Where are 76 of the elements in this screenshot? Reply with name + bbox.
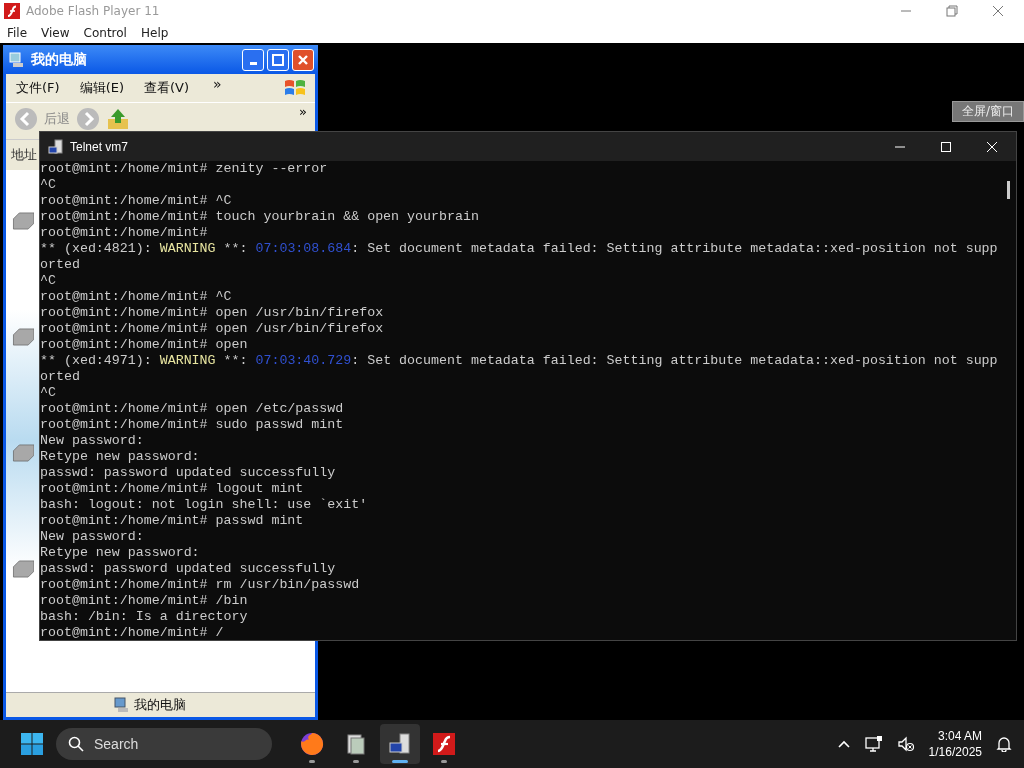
terminal-line: root@mint:/home/mint# (40, 225, 208, 241)
terminal-line: root@mint:/home/mint# / (40, 625, 224, 640)
maximize-button[interactable] (267, 48, 289, 71)
menu-item[interactable]: 查看(V) (144, 79, 190, 97)
drive-icon[interactable] (12, 558, 34, 580)
warning-line: ** (xed:4821): WARNING **: 07:03:08.684: Set document metadata failed: Setting attribute metadata::xed-position not supp (40, 241, 998, 257)
terminal-line: root@mint:/home/mint# open /etc/passwd (40, 401, 344, 417)
terminal-line: root@mint:/home/mint# open /usr/bin/firefox (40, 305, 384, 321)
terminal-line: ^C (40, 273, 56, 289)
status-text: 我的电脑 (134, 696, 186, 714)
taskbar-app-button[interactable] (380, 724, 420, 764)
terminal-line: Retype new password: (40, 545, 200, 561)
menu-item[interactable]: 编辑(E) (79, 79, 124, 97)
terminal-line: New password: (40, 529, 144, 545)
windows-flag-icon (283, 78, 307, 98)
terminal-line: Retype new password: (40, 449, 200, 465)
browser-icon (300, 732, 324, 756)
computer-icon (114, 697, 130, 713)
clock[interactable]: 3:04 AM 1/16/2025 (928, 728, 982, 760)
terminal-line: root@mint:/home/mint# rm /usr/bin/passwd (40, 577, 360, 593)
computer-icon (9, 51, 25, 68)
terminal-line: passwd: password updated successfully (40, 561, 336, 577)
drive-icon[interactable] (12, 326, 34, 348)
window-title: 我的电脑 (31, 50, 87, 69)
window-title: Telnet vm7 (70, 139, 129, 154)
terminal-line: root@mint:/home/mint# logout mint (40, 481, 304, 497)
documents-icon (344, 732, 368, 756)
speaker-muted-icon[interactable] (896, 735, 915, 753)
terminal-line: New password: (40, 433, 144, 449)
minimize-button[interactable] (242, 48, 264, 71)
restore-icon[interactable] (946, 5, 958, 17)
search-field[interactable]: Search (56, 728, 272, 760)
flash-logo-icon (4, 3, 20, 19)
notification-bell-icon[interactable] (996, 736, 1012, 752)
scrollbar-thumb[interactable] (1007, 181, 1010, 199)
more-toolbar-button[interactable]: » (299, 103, 307, 119)
minimize-icon (249, 62, 257, 65)
terminal-line: root@mint:/home/mint# ^C (40, 193, 232, 209)
close-button[interactable] (292, 48, 314, 71)
terminal-line: root@mint:/home/mint# open /usr/bin/firefox (40, 321, 384, 337)
menu-item[interactable]: 文件(F) (16, 79, 60, 97)
menu-item[interactable]: View (41, 25, 70, 40)
terminal-line: ^C (40, 385, 56, 401)
window-title: Adobe Flash Player 11 (26, 4, 160, 18)
computer-icon (48, 138, 64, 155)
flash-logo-icon (432, 732, 456, 756)
network-icon[interactable] (864, 735, 883, 753)
terminal-line: root@mint:/home/mint# sudo passwd mint (40, 417, 344, 433)
drive-icon[interactable] (12, 442, 34, 464)
menu-item[interactable]: File (7, 25, 28, 40)
warning-line: ** (xed:4971): WARNING **: 07:03:40.729: Set document metadata failed: Setting attribute metadata::xed-position not supp (40, 353, 998, 369)
search-icon (68, 736, 84, 752)
terminal-line: orted (40, 369, 80, 385)
fullscreen-toggle-button[interactable]: 全屏/窗口 (952, 101, 1024, 122)
computer-icon (388, 732, 412, 756)
terminal-line: root@mint:/home/mint# touch yourbrain && open yourbrain (40, 209, 479, 225)
drive-icon[interactable] (12, 210, 34, 232)
terminal-line: bash: logout: not login shell: use `exit' (40, 497, 368, 513)
windows-logo-icon[interactable] (20, 732, 44, 756)
menu-item[interactable]: Help (140, 25, 169, 40)
terminal-line: root@mint:/home/mint# /bin (40, 593, 248, 609)
terminal-line: root@mint:/home/mint# open (40, 337, 248, 353)
folder-up-icon[interactable] (106, 107, 130, 131)
maximize-icon (271, 52, 285, 67)
terminal-line: ^C (40, 177, 56, 193)
more-menu-button[interactable]: » (213, 76, 222, 92)
close-icon (296, 52, 310, 67)
terminal-line: root@mint:/home/mint# passwd mint (40, 513, 304, 529)
address-label: 地址 (11, 146, 37, 164)
terminal-line: passwd: password updated successfully (40, 465, 336, 481)
terminal-line: orted (40, 257, 80, 273)
menu-item[interactable]: Control (83, 25, 127, 40)
maximize-icon[interactable] (940, 140, 952, 153)
terminal-line: root@mint:/home/mint# ^C (40, 289, 232, 305)
terminal-line: root@mint:/home/mint# zenity --error (40, 161, 328, 177)
terminal-line: bash: /bin: Is a directory (40, 609, 248, 625)
